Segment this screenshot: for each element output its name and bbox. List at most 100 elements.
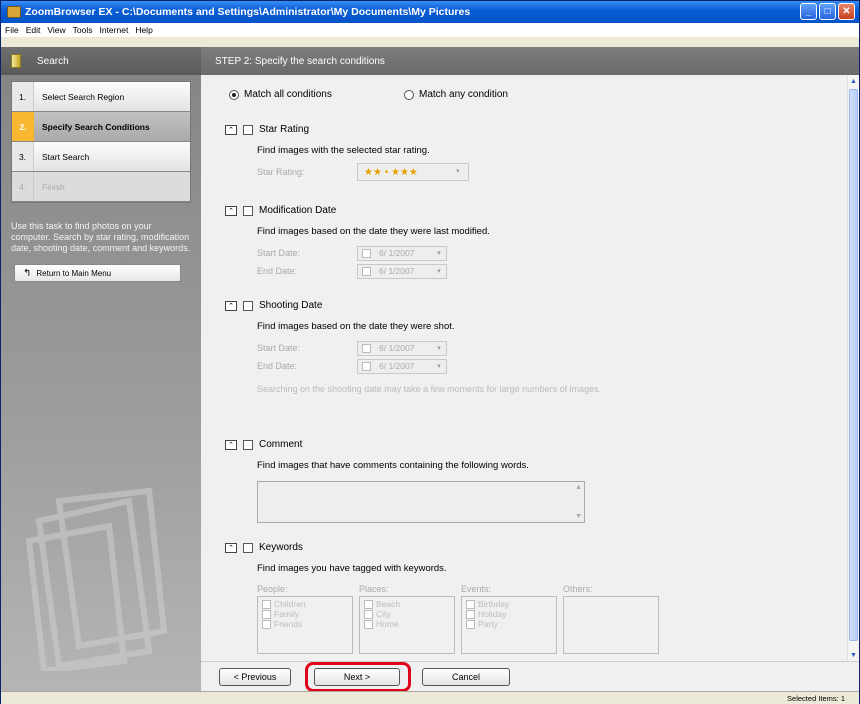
chevron-down-icon: ▾ [437,268,441,275]
date-value: 6/ 1/2007 [379,343,415,353]
keyword-item[interactable]: Holiday [466,609,552,619]
collapse-toggle-icon[interactable]: ⌃ [225,439,237,450]
step-start-search[interactable]: 3. Start Search [12,142,190,172]
keywords-section: ⌃ Keywords Find images you have tagged w… [225,542,659,654]
maximize-button[interactable]: □ [819,3,836,20]
step-label: Specify Search Conditions [42,121,150,132]
minimize-button[interactable]: _ [800,3,817,20]
star-rating-select[interactable]: ★★ • ★★★ ▾ [357,163,469,181]
keywords-checkbox[interactable] [243,542,253,553]
places-column: Places: Beach City Home [359,584,455,654]
menu-file[interactable]: File [5,25,19,35]
keyword-columns: People: Children Family Friends Places: … [257,584,659,654]
date-value: 6/ 1/2007 [379,266,415,276]
radio-selected-icon [229,89,239,100]
date-checkbox[interactable] [362,266,371,276]
menu-bar: File Edit View Tools Internet Help [1,23,859,37]
keyword-item[interactable]: Home [364,619,450,629]
decorative-photo-frames [25,487,168,671]
chevron-down-icon: ▾ [437,363,441,370]
people-column: People: Children Family Friends [257,584,353,654]
collapse-toggle-icon[interactable]: ⌃ [225,300,237,311]
menu-edit[interactable]: Edit [26,25,41,35]
comment-textarea[interactable]: ▲ ▼ [257,481,585,523]
others-list [563,596,659,654]
menu-view[interactable]: View [47,25,65,35]
end-date-label: End Date: [257,266,298,276]
modification-start-date-picker[interactable]: 6/ 1/2007 ▾ [357,245,447,261]
title-bar: ZoomBrowser EX - C:\Documents and Settin… [1,1,859,23]
keyword-item[interactable]: Family [262,609,348,619]
task-description: Use this task to find photos on your com… [11,221,191,253]
scroll-down-arrow-icon[interactable]: ▼ [848,649,859,661]
places-label: Places: [359,584,389,594]
chevron-down-icon: ▾ [437,345,441,352]
match-all-radio[interactable]: Match all conditions [229,89,404,100]
chevron-down-icon: ▾ [437,250,441,257]
keyword-item[interactable]: Friends [262,619,348,629]
task-sidebar: Search 1. Select Search Region 2. Specif… [1,47,201,691]
modification-date-title: Modification Date [259,205,337,216]
step-number: 4. [12,172,34,201]
step-label: Finish [42,181,65,192]
scroll-down-icon: ▼ [575,513,582,520]
wizard-button-bar: < Previous Next > Cancel [201,661,859,692]
shooting-date-desc: Find images based on the date they were … [257,321,455,332]
date-checkbox[interactable] [362,361,371,371]
step-number: 3. [12,142,34,171]
shooting-end-date-picker[interactable]: 6/ 1/2007 ▾ [357,358,447,374]
scroll-up-arrow-icon[interactable]: ▲ [848,75,859,87]
collapse-toggle-icon[interactable]: ⌃ [225,205,237,216]
maximize-icon: □ [824,6,831,17]
collapse-toggle-icon[interactable]: ⌃ [225,124,237,135]
keyword-item[interactable]: Children [262,599,348,609]
comment-checkbox[interactable] [243,439,253,450]
zoombrowser-app-icon [7,6,21,18]
cancel-button[interactable]: Cancel [422,668,510,686]
step-select-search-region[interactable]: 1. Select Search Region [12,82,190,112]
shooting-date-checkbox[interactable] [243,300,253,311]
match-all-label: Match all conditions [244,89,332,100]
date-checkbox[interactable] [362,248,371,258]
star-rating-section: ⌃ Star Rating Find images with the selec… [225,124,469,181]
sidebar-header: Search [1,47,201,75]
keyword-item[interactable]: Birthday [466,599,552,609]
keyword-item[interactable]: City [364,609,450,619]
collapse-toggle-icon[interactable]: ⌃ [225,542,237,553]
keyword-item[interactable]: Party [466,619,552,629]
radio-unselected-icon [404,89,414,100]
date-checkbox[interactable] [362,343,371,353]
menu-internet[interactable]: Internet [99,25,128,35]
modification-date-section: ⌃ Modification Date Find images based on… [225,205,490,279]
scrollbar-thumb[interactable] [849,89,858,641]
main-panel: STEP 2: Specify the search conditions Ma… [201,47,859,692]
keywords-title: Keywords [259,542,303,553]
star-rating-field-label: Star Rating: [257,167,305,177]
window-title: ZoomBrowser EX - C:\Documents and Settin… [25,6,471,18]
previous-button[interactable]: < Previous [219,668,291,686]
events-list: Birthday Holiday Party [461,596,557,654]
match-any-radio[interactable]: Match any condition [404,89,508,100]
menu-help[interactable]: Help [135,25,152,35]
menu-tools[interactable]: Tools [73,25,93,35]
keyword-item[interactable]: Beach [364,599,450,609]
star-rating-checkbox[interactable] [243,124,253,135]
vertical-scrollbar[interactable]: ▲ ▼ [847,75,859,661]
start-date-label: Start Date: [257,248,301,258]
step-specify-search-conditions[interactable]: 2. Specify Search Conditions [12,112,190,142]
shooting-start-date-picker[interactable]: 6/ 1/2007 ▾ [357,340,447,356]
selected-items-count: Selected Items: 1 [787,694,845,703]
events-label: Events: [461,584,492,594]
star-rating-desc: Find images with the selected star ratin… [257,145,430,156]
shooting-date-title: Shooting Date [259,300,323,311]
step-label: Start Search [42,151,90,162]
close-button[interactable]: ✕ [838,3,855,20]
comment-title: Comment [259,439,303,450]
modification-date-checkbox[interactable] [243,205,253,216]
return-to-main-menu-button[interactable]: ↰ Return to Main Menu [14,264,181,282]
match-any-label: Match any condition [419,89,508,100]
modification-end-date-picker[interactable]: 6/ 1/2007 ▾ [357,263,447,279]
date-value: 6/ 1/2007 [379,248,415,258]
star-rating-title: Star Rating [259,124,310,135]
start-date-label: Start Date: [257,343,301,353]
